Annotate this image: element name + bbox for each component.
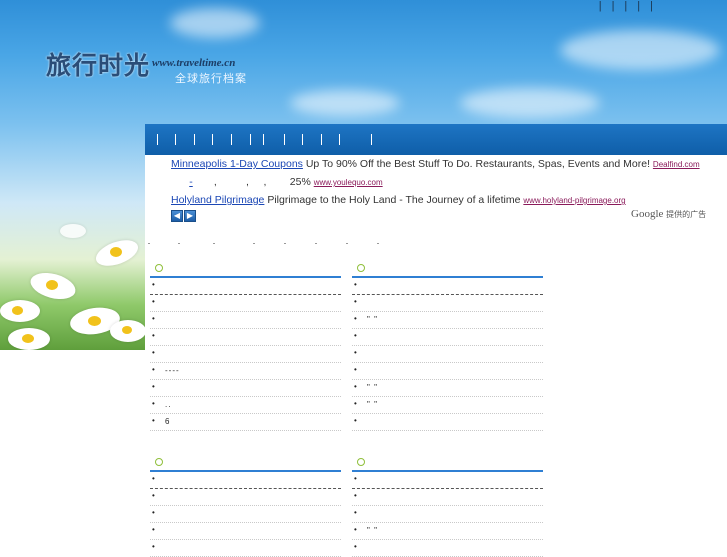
- cloud-decoration: [560, 30, 720, 70]
- box-header: [352, 456, 543, 472]
- list-item[interactable]: •: [352, 363, 543, 380]
- list-item[interactable]: •: [352, 489, 543, 506]
- list-item[interactable]: •..: [150, 397, 341, 414]
- content-box-2: • • • " " • • • • " " • " " •: [352, 262, 543, 431]
- list-item[interactable]: •: [150, 506, 341, 523]
- nav-item[interactable]: [157, 134, 158, 145]
- ad-item: Minneapolis 1-Day Coupons Up To 90% Off …: [171, 158, 700, 170]
- top-link[interactable]: |: [650, 0, 663, 12]
- list-item[interactable]: •: [150, 346, 341, 363]
- ad-text: Pilgrimage to the Holy Land - The Journe…: [267, 194, 521, 206]
- cloud-decoration: [290, 90, 400, 116]
- ad-attribution[interactable]: Google 提供的广告: [631, 208, 706, 220]
- top-link[interactable]: |: [612, 0, 625, 12]
- box-header: [352, 262, 543, 278]
- circle-bullet-icon: [357, 458, 365, 466]
- list-item[interactable]: •: [352, 472, 543, 489]
- list-item[interactable]: •: [150, 329, 341, 346]
- list-item[interactable]: •: [352, 540, 543, 557]
- nav-item[interactable]: [175, 134, 176, 145]
- ad-title-link[interactable]: -: [171, 176, 211, 188]
- nav-item[interactable]: [321, 134, 322, 145]
- nav-item[interactable]: [284, 134, 285, 145]
- list-item[interactable]: • ----: [150, 363, 341, 380]
- circle-bullet-icon: [357, 264, 365, 272]
- list-item[interactable]: •: [150, 278, 341, 295]
- ad-url-link[interactable]: www.holyland-pilgrimage.org: [523, 196, 625, 205]
- top-links: |||||: [599, 0, 663, 14]
- top-link[interactable]: |: [624, 0, 637, 12]
- ad-prev-arrow-icon[interactable]: ◀: [171, 210, 183, 222]
- ad-item: Holyland Pilgrimage Pilgrimage to the Ho…: [171, 194, 626, 206]
- google-logo: Google: [631, 208, 664, 220]
- list-item[interactable]: • " ": [352, 380, 543, 397]
- list-item[interactable]: •: [150, 523, 341, 540]
- list-item[interactable]: •: [352, 278, 543, 295]
- ad-text: , , , 25%: [213, 176, 311, 188]
- list-item[interactable]: • " ": [352, 312, 543, 329]
- list-item[interactable]: •: [150, 489, 341, 506]
- list-item[interactable]: •: [150, 295, 341, 312]
- ad-url-link[interactable]: Dealfind.com: [653, 160, 700, 169]
- nav-item[interactable]: [339, 134, 340, 145]
- site-url: www.traveltime.cn: [152, 57, 236, 69]
- list-item[interactable]: •: [352, 414, 543, 431]
- content-box-4: • • • • " " •: [352, 456, 543, 557]
- list-item[interactable]: •: [150, 472, 341, 489]
- box-header: [150, 262, 341, 278]
- nav-item[interactable]: [250, 134, 251, 145]
- list-item[interactable]: •: [150, 540, 341, 557]
- list-item[interactable]: •: [150, 380, 341, 397]
- cloud-decoration: [170, 8, 260, 38]
- list-item[interactable]: •: [352, 506, 543, 523]
- nav-item[interactable]: [231, 134, 232, 145]
- nav-item[interactable]: [302, 134, 303, 145]
- ad-attribution-label: 提供的广告: [666, 210, 707, 219]
- list-item[interactable]: •: [352, 346, 543, 363]
- top-link[interactable]: |: [599, 0, 612, 12]
- content-box-1: • • • • • • ---- • •.. • 6: [150, 262, 341, 431]
- content-box-3: • • • • •: [150, 456, 341, 557]
- nav-item[interactable]: [263, 134, 264, 145]
- nav-item[interactable]: [194, 134, 195, 145]
- ad-next-arrow-icon[interactable]: ▶: [184, 210, 196, 222]
- top-link[interactable]: |: [637, 0, 650, 12]
- list-item[interactable]: •: [150, 312, 341, 329]
- ad-text: Up To 90% Off the Best Stuff To Do. Rest…: [305, 158, 650, 170]
- list-item[interactable]: •: [352, 295, 543, 312]
- header-banner: ||||| 旅行时光 www.traveltime.cn 全球旅行档案: [0, 0, 727, 124]
- list-item[interactable]: • " ": [352, 523, 543, 540]
- daisy-photo: [0, 124, 145, 350]
- ad-item: - , , , 25% www.youlequo.com: [171, 176, 383, 188]
- site-logo[interactable]: 旅行时光: [46, 46, 150, 82]
- main-nav: [145, 124, 727, 155]
- ad-title-link[interactable]: Holyland Pilgrimage: [171, 194, 264, 206]
- circle-bullet-icon: [155, 264, 163, 272]
- nav-item[interactable]: [371, 134, 372, 145]
- list-item[interactable]: • 6: [150, 414, 341, 431]
- circle-bullet-icon: [155, 458, 163, 466]
- site-subtitle: 全球旅行档案: [175, 73, 247, 85]
- cloud-decoration: [460, 88, 600, 118]
- list-item[interactable]: •: [352, 329, 543, 346]
- ad-title-link[interactable]: Minneapolis 1-Day Coupons: [171, 158, 303, 170]
- nav-item[interactable]: [212, 134, 213, 145]
- ad-url-link[interactable]: www.youlequo.com: [314, 178, 383, 187]
- list-item[interactable]: • " ": [352, 397, 543, 414]
- box-header: [150, 456, 341, 472]
